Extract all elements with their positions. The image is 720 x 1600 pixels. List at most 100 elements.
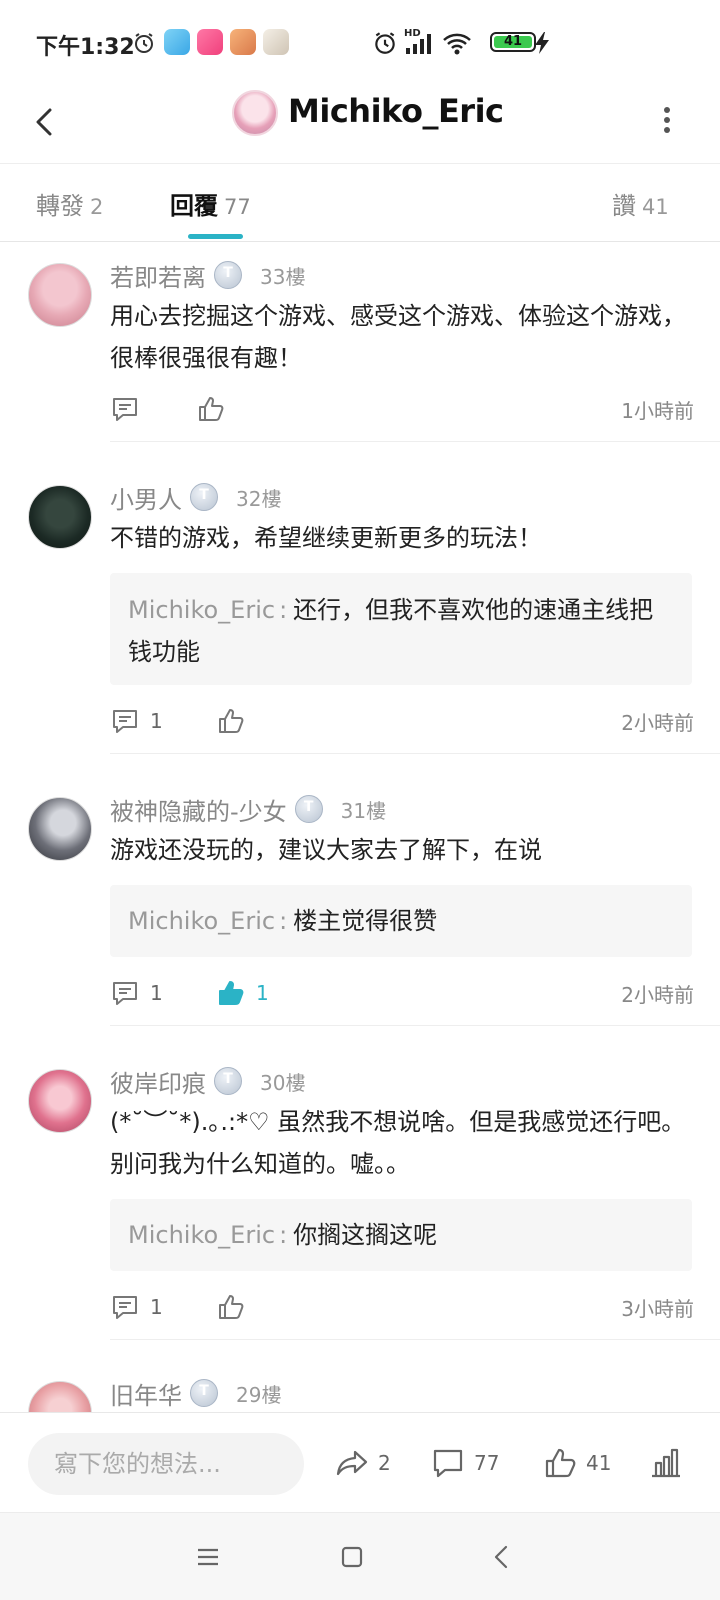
reply-preview[interactable]: Michiko_Eric: 你搁这搁这呢 (110, 1199, 692, 1271)
stats-button[interactable] (648, 1443, 684, 1483)
page-title: Michiko_Eric (288, 92, 504, 130)
bottom-action-bar: 2 77 41 (0, 1412, 720, 1512)
divider (110, 753, 720, 754)
charging-icon (535, 32, 549, 54)
floor-number: 30樓 (260, 1070, 306, 1095)
comment-icon (113, 1296, 137, 1319)
tab-replies[interactable]: 回覆 77 (170, 186, 251, 221)
tab-count: 2 (90, 195, 104, 219)
reply-button[interactable]: 1 (110, 1287, 163, 1327)
tab-indicator (188, 234, 243, 239)
share-icon (336, 1450, 368, 1476)
avatar[interactable] (28, 485, 92, 549)
share-count: 2 (378, 1451, 391, 1475)
thumbs-up-icon (219, 1295, 244, 1319)
tab-label: 讚 (612, 192, 636, 220)
like-button[interactable]: 1 (216, 973, 269, 1013)
battery-level: 41 (503, 34, 523, 49)
like-button[interactable] (216, 1287, 246, 1327)
status-time: 下午1:32 (36, 35, 135, 60)
reply-count: 1 (150, 1295, 163, 1319)
floor-number: 29樓 (236, 1382, 282, 1407)
like-button[interactable] (196, 389, 226, 429)
level-badge-icon: T (214, 1067, 242, 1095)
header: Michiko_Eric (0, 84, 720, 164)
comment-list: 若即若离 T 33樓 用心去挖掘这个游戏、感受这个游戏、体验这个游戏，很棒很强很… (0, 243, 720, 1413)
author-name[interactable]: 被神隐藏的-少女 (110, 792, 287, 827)
comment-time: 1小時前 (621, 399, 694, 423)
comment-icon (113, 710, 137, 733)
comment-text: (*˘︶˘*).｡.:*♡ 虽然我不想说啥。但是我感觉还行吧。别问我为什么知道的… (110, 1108, 686, 1178)
reply-author[interactable]: Michiko_Eric (128, 596, 275, 624)
thumbs-up-icon (219, 981, 244, 1005)
reply-count: 1 (150, 981, 163, 1005)
author-name[interactable]: 旧年华 (110, 1376, 182, 1411)
reply-text: 楼主觉得很赞 (293, 907, 438, 935)
author-name[interactable]: 彼岸印痕 (110, 1064, 206, 1099)
bar-chart-icon (652, 1448, 680, 1478)
comment-text: 游戏还没玩的，建议大家去了解下，在说 (110, 836, 542, 864)
wifi-icon (443, 33, 471, 55)
more-vertical-icon[interactable] (660, 100, 674, 140)
reply-button[interactable] (110, 389, 140, 429)
system-nav-bar (0, 1512, 720, 1600)
like-button[interactable] (216, 701, 246, 741)
reply-text: 你搁这搁这呢 (293, 1221, 438, 1249)
app-icon-white (263, 29, 289, 55)
reply-button[interactable]: 1 (110, 973, 163, 1013)
thumbs-up-icon (545, 1448, 576, 1478)
reply-preview[interactable]: Michiko_Eric: 还行，但我不喜欢他的速通主线把钱功能 (110, 573, 692, 685)
comment-input[interactable] (28, 1433, 304, 1495)
divider (110, 1339, 720, 1340)
avatar[interactable] (28, 797, 92, 861)
author-name[interactable]: 若即若离 (110, 258, 206, 293)
reply-button[interactable]: 1 (110, 701, 163, 741)
avatar[interactable] (28, 1381, 92, 1413)
back-icon[interactable] (484, 1539, 520, 1575)
author-name[interactable]: 小男人 (110, 480, 182, 515)
divider (110, 441, 720, 442)
floor-number: 32樓 (236, 486, 282, 511)
avatar[interactable] (28, 263, 92, 327)
header-avatar[interactable] (232, 90, 278, 136)
like-button[interactable]: 41 (542, 1443, 611, 1483)
comment-text: 不错的游戏，希望继续更新更多的玩法！ (110, 524, 542, 552)
divider (110, 1025, 720, 1026)
comment-text: 用心去挖掘这个游戏、感受这个游戏、体验这个游戏，很棒很强很有趣！ (110, 302, 686, 372)
home-square-icon[interactable] (334, 1539, 370, 1575)
comment-icon (113, 982, 137, 1005)
reply-author[interactable]: Michiko_Eric (128, 907, 275, 935)
alarm-icon (135, 33, 153, 53)
comment-meta: 若即若离 T 33樓 (110, 257, 305, 293)
comment-meta: 小男人 T 32樓 (110, 479, 281, 515)
comment-button[interactable]: 77 (430, 1443, 499, 1483)
comment-icon (113, 398, 137, 421)
app-icon-blue (164, 29, 190, 55)
like-count: 1 (256, 981, 269, 1005)
app-icon-pink (197, 29, 223, 55)
tab-bar: 轉發 2 回覆 77 讚 41 (0, 164, 720, 242)
thumbs-up-icon (199, 397, 224, 421)
like-count: 41 (586, 1451, 612, 1475)
comment-actions: 1 2小時前 (110, 701, 694, 741)
floor-number: 31樓 (340, 798, 387, 823)
comment-actions: 1 3小時前 (110, 1287, 694, 1327)
floor-number: 33樓 (260, 264, 306, 289)
chevron-left-icon[interactable] (26, 102, 66, 142)
comment-actions: 1小時前 (110, 389, 694, 429)
comment-icon (433, 1449, 463, 1478)
reply-preview[interactable]: Michiko_Eric: 楼主觉得很赞 (110, 885, 692, 957)
menu-icon[interactable] (190, 1539, 226, 1575)
tab-label: 轉發 (36, 192, 84, 220)
comment-actions: 1 1 2小時前 (110, 973, 694, 1013)
tab-likes[interactable]: 讚 41 (612, 186, 669, 221)
level-badge-icon: T (294, 795, 323, 823)
avatar[interactable] (28, 1069, 92, 1133)
tab-count: 77 (224, 195, 251, 219)
share-button[interactable]: 2 (334, 1443, 391, 1483)
comment-time: 2小時前 (621, 983, 694, 1007)
app-icon-orange (230, 29, 256, 55)
tab-reposts[interactable]: 轉發 2 (36, 186, 103, 221)
level-badge-icon: T (190, 1379, 218, 1407)
reply-author[interactable]: Michiko_Eric (128, 1221, 275, 1249)
